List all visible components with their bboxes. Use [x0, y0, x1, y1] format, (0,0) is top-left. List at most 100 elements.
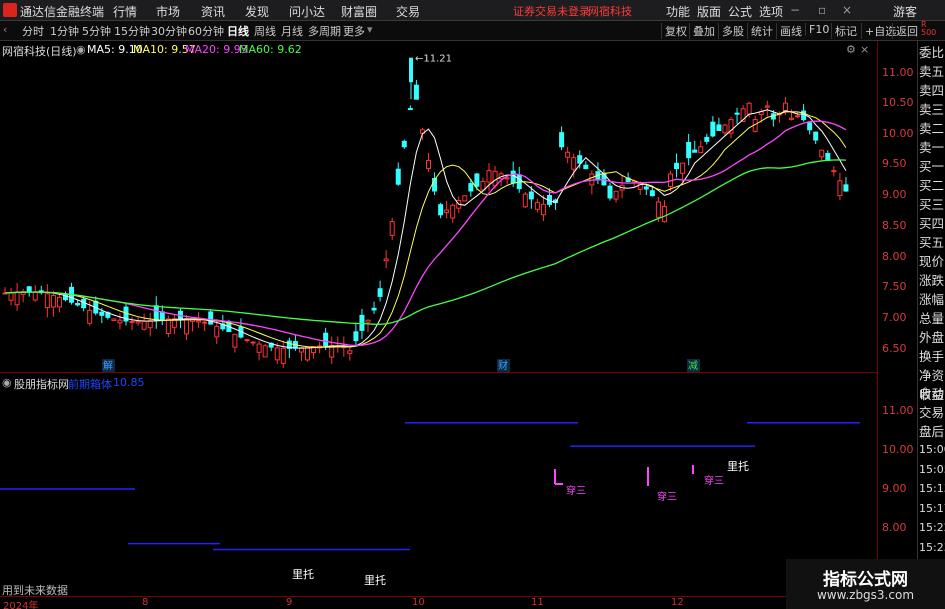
candle-body: [444, 209, 450, 214]
side-panel-item[interactable]: 涨跌: [919, 271, 945, 290]
period-multi[interactable]: 多周期: [308, 23, 341, 39]
stock-name-header: 网宿科技: [588, 5, 632, 18]
menu-ask[interactable]: 问小达: [289, 3, 325, 20]
annotation-chuansan-1: 穿三: [566, 486, 586, 497]
kline-canvas[interactable]: ←11.21←6.37解财减: [0, 41, 877, 394]
indicator-chart[interactable]: [0, 373, 877, 596]
price-tick: 10.00: [882, 127, 914, 140]
indicator-canvas[interactable]: [0, 373, 877, 596]
candle-body: [716, 124, 722, 131]
side-panel-item[interactable]: 卖四: [919, 81, 945, 100]
more-dropdown-icon[interactable]: ▾: [367, 23, 373, 36]
side-panel-item[interactable]: 盘后: [919, 422, 945, 441]
tool-multi-stock[interactable]: 多股: [718, 23, 744, 39]
menu-function[interactable]: 功能: [666, 3, 690, 20]
annotation-lituo-3: 里托: [364, 574, 386, 587]
price-chart[interactable]: ←11.21←6.37解财减: [0, 41, 877, 394]
side-panel-item[interactable]: 交易: [919, 403, 945, 422]
candle-body: [450, 204, 456, 219]
side-panel-item[interactable]: 买四: [919, 214, 945, 233]
side-panel-item[interactable]: 卖二: [919, 119, 945, 138]
annotation-lituo-1: 里托: [727, 460, 749, 473]
side-panel-item[interactable]: 15:05: [919, 460, 945, 479]
period-5min[interactable]: 5分钟: [82, 23, 111, 39]
candle-body: [825, 153, 831, 161]
time-label: 11: [531, 597, 544, 608]
side-panel-item[interactable]: 15:22: [919, 518, 945, 537]
minimize-icon[interactable]: −: [790, 3, 800, 17]
ma-toggle-icon[interactable]: ◉: [76, 43, 86, 56]
side-panel-item[interactable]: 15:00: [919, 440, 945, 459]
app-title: 通达信金融终端: [20, 5, 105, 19]
annotation-lituo-2: 里托: [292, 568, 314, 581]
candle-body: [8, 291, 14, 301]
user-label[interactable]: 游客: [893, 3, 917, 20]
menu-discover[interactable]: 发现: [245, 3, 269, 20]
menu-market[interactable]: 市场: [156, 3, 180, 20]
period-1min[interactable]: 1分钟: [50, 23, 79, 39]
side-panel-item[interactable]: 自动: [919, 384, 945, 403]
candle-body: [26, 286, 32, 293]
menu-options[interactable]: 选项: [759, 3, 783, 20]
menu-quotes[interactable]: 行情: [113, 3, 137, 20]
candle-body: [486, 170, 492, 183]
tool-draw[interactable]: 画线: [776, 23, 802, 39]
back-icon[interactable]: ‹: [3, 23, 7, 36]
candle-body: [347, 350, 353, 354]
candle-body: [607, 185, 613, 199]
side-panel-item[interactable]: 买三: [919, 195, 945, 214]
menu-formula[interactable]: 公式: [728, 3, 752, 20]
menu-wealth[interactable]: 财富圈: [341, 3, 377, 20]
period-daily[interactable]: 日线: [227, 23, 249, 39]
side-panel-item[interactable]: 现价: [919, 252, 945, 271]
period-30min[interactable]: 30分钟: [151, 23, 187, 39]
side-panel-item[interactable]: 15:23: [919, 538, 945, 557]
tool-f10[interactable]: F10: [805, 23, 829, 36]
candle-body: [135, 320, 141, 324]
tool-add-watchlist[interactable]: +自选: [861, 23, 896, 39]
indicator-toggle-icon[interactable]: ◉: [2, 376, 12, 389]
candle-body: [813, 131, 819, 141]
side-panel-item[interactable]: 15:17: [919, 499, 945, 518]
tool-stats[interactable]: 统计: [747, 23, 773, 39]
close-panel-icon[interactable]: ×: [860, 43, 869, 56]
menu-news[interactable]: 资讯: [201, 3, 225, 20]
tool-overlay[interactable]: 叠加: [689, 23, 715, 39]
ma60-label: MA60: 9.62: [239, 43, 302, 56]
settings-icon[interactable]: ⚙: [846, 43, 856, 56]
close-icon[interactable]: ×: [842, 3, 852, 17]
period-60min[interactable]: 60分钟: [188, 23, 224, 39]
menu-layout[interactable]: 版面: [697, 3, 721, 20]
side-panel-item[interactable]: 总量: [919, 309, 945, 328]
period-tick[interactable]: 分时: [22, 23, 44, 39]
side-panel-item[interactable]: 15:13: [919, 479, 945, 498]
login-warning[interactable]: 证券交易未登录: [513, 3, 590, 19]
box-label: 前期箱体: [68, 378, 112, 391]
side-panel-item[interactable]: 买一: [919, 157, 945, 176]
side-panel-item[interactable]: 净资: [919, 366, 945, 385]
candle-body: [438, 204, 444, 216]
side-panel-item[interactable]: 外盘: [919, 328, 945, 347]
period-more[interactable]: 更多: [343, 23, 365, 39]
side-panel-item[interactable]: 卖五: [919, 62, 945, 81]
candle-body: [365, 319, 371, 323]
period-15min[interactable]: 15分钟: [114, 23, 150, 39]
tool-restore-rights[interactable]: 复权: [661, 23, 687, 39]
period-monthly[interactable]: 月线: [281, 23, 303, 39]
menu-trade[interactable]: 交易: [396, 3, 420, 20]
tool-return[interactable]: 返回: [892, 23, 918, 39]
candle-body: [795, 115, 801, 118]
candle-body: [649, 190, 655, 197]
side-panel-item[interactable]: 卖一: [919, 138, 945, 157]
side-panel-item[interactable]: 买二: [919, 176, 945, 195]
period-weekly[interactable]: 周线: [254, 23, 276, 39]
tool-mark[interactable]: 标记: [831, 23, 857, 39]
candle-body: [565, 151, 571, 158]
side-panel-item[interactable]: 卖三: [919, 100, 945, 119]
side-panel-item[interactable]: 买五: [919, 233, 945, 252]
restore-icon[interactable]: ▫: [818, 3, 826, 17]
side-panel-item[interactable]: 涨幅: [919, 290, 945, 309]
side-panel-item[interactable]: 换手: [919, 347, 945, 366]
side-panel-item[interactable]: 委比: [919, 43, 945, 62]
candle-body: [534, 201, 540, 210]
